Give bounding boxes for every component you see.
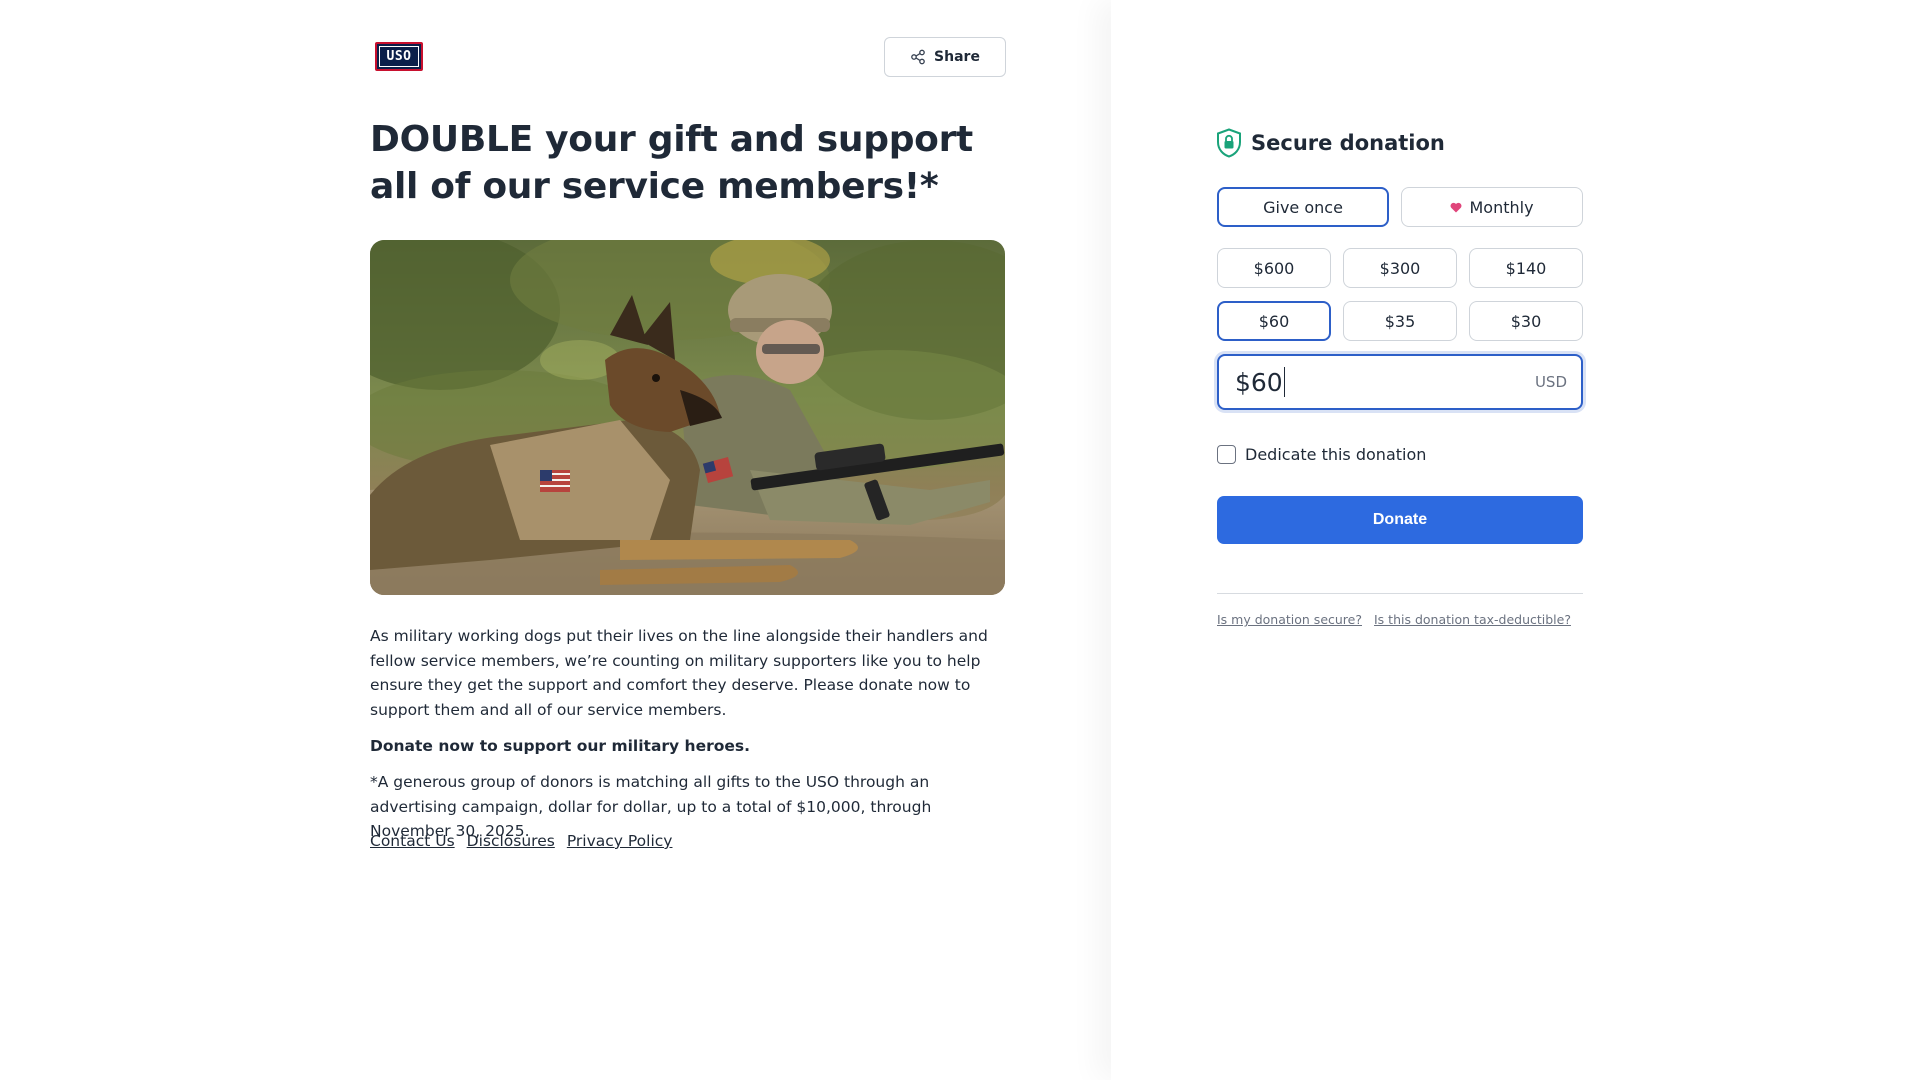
currency-code: USD bbox=[1534, 373, 1567, 391]
amount-button-600[interactable]: $600 bbox=[1217, 248, 1331, 288]
dedicate-checkbox[interactable] bbox=[1217, 445, 1236, 464]
faq-links: Is my donation secure? Is this donation … bbox=[1217, 612, 1571, 627]
amount-label: $600 bbox=[1253, 258, 1295, 278]
privacy-policy-link[interactable]: Privacy Policy bbox=[567, 832, 673, 850]
tax-deductible-link[interactable]: Is this donation tax-deductible? bbox=[1374, 612, 1571, 627]
amount-label: $30 bbox=[1510, 311, 1542, 331]
shield-lock-icon bbox=[1217, 128, 1241, 158]
amount-label: $60 bbox=[1258, 311, 1290, 331]
secure-donation-title: Secure donation bbox=[1251, 131, 1445, 155]
amount-button-35[interactable]: $35 bbox=[1343, 301, 1457, 341]
custom-amount-field[interactable]: $60 USD bbox=[1217, 354, 1583, 410]
divider bbox=[1217, 593, 1583, 594]
heart-icon bbox=[1451, 202, 1462, 212]
share-icon bbox=[911, 49, 925, 65]
amount-button-300[interactable]: $300 bbox=[1343, 248, 1457, 288]
disclosures-link[interactable]: Disclosures bbox=[467, 832, 555, 850]
monthly-button[interactable]: Monthly bbox=[1401, 187, 1583, 227]
amount-button-30[interactable]: $30 bbox=[1469, 301, 1583, 341]
dedicate-label: Dedicate this donation bbox=[1245, 445, 1427, 464]
amount-label: $140 bbox=[1505, 258, 1547, 278]
amount-label: $300 bbox=[1379, 258, 1421, 278]
share-button[interactable]: Share bbox=[884, 37, 1006, 77]
donation-secure-link[interactable]: Is my donation secure? bbox=[1217, 612, 1362, 627]
amount-label: $35 bbox=[1384, 311, 1416, 331]
page-title: DOUBLE your gift and support all of our … bbox=[370, 119, 973, 207]
dedicate-donation-option[interactable]: Dedicate this donation bbox=[1217, 445, 1426, 464]
give-once-label: Give once bbox=[1263, 197, 1343, 217]
call-to-action-text: Donate now to support our military heroe… bbox=[370, 737, 751, 755]
uso-logo[interactable]: USO bbox=[375, 42, 423, 71]
amount-button-140[interactable]: $140 bbox=[1469, 248, 1583, 288]
amount-input[interactable]: $60 bbox=[1235, 367, 1286, 397]
secure-donation-heading: Secure donation bbox=[1216, 128, 1445, 158]
text-caret bbox=[1283, 367, 1286, 397]
campaign-pane: USO Share DOUBLE your gift and support a… bbox=[0, 0, 1111, 1080]
give-once-button[interactable]: Give once bbox=[1217, 187, 1389, 227]
monthly-label: Monthly bbox=[1469, 197, 1534, 217]
donate-button[interactable]: Donate bbox=[1217, 496, 1583, 544]
logo-frame: USO bbox=[379, 46, 419, 67]
amount-input-value: $60 bbox=[1235, 367, 1283, 397]
share-label: Share bbox=[934, 49, 980, 65]
amount-button-60[interactable]: $60 bbox=[1217, 301, 1331, 341]
footer-links: Contact Us Disclosures Privacy Policy bbox=[370, 832, 672, 850]
intro-paragraph: As military working dogs put their lives… bbox=[370, 627, 988, 719]
hero-photo-drawing bbox=[370, 240, 1005, 595]
hero-photo bbox=[370, 240, 1005, 595]
logo-text: USO bbox=[386, 49, 412, 64]
contact-us-link[interactable]: Contact Us bbox=[370, 832, 455, 850]
